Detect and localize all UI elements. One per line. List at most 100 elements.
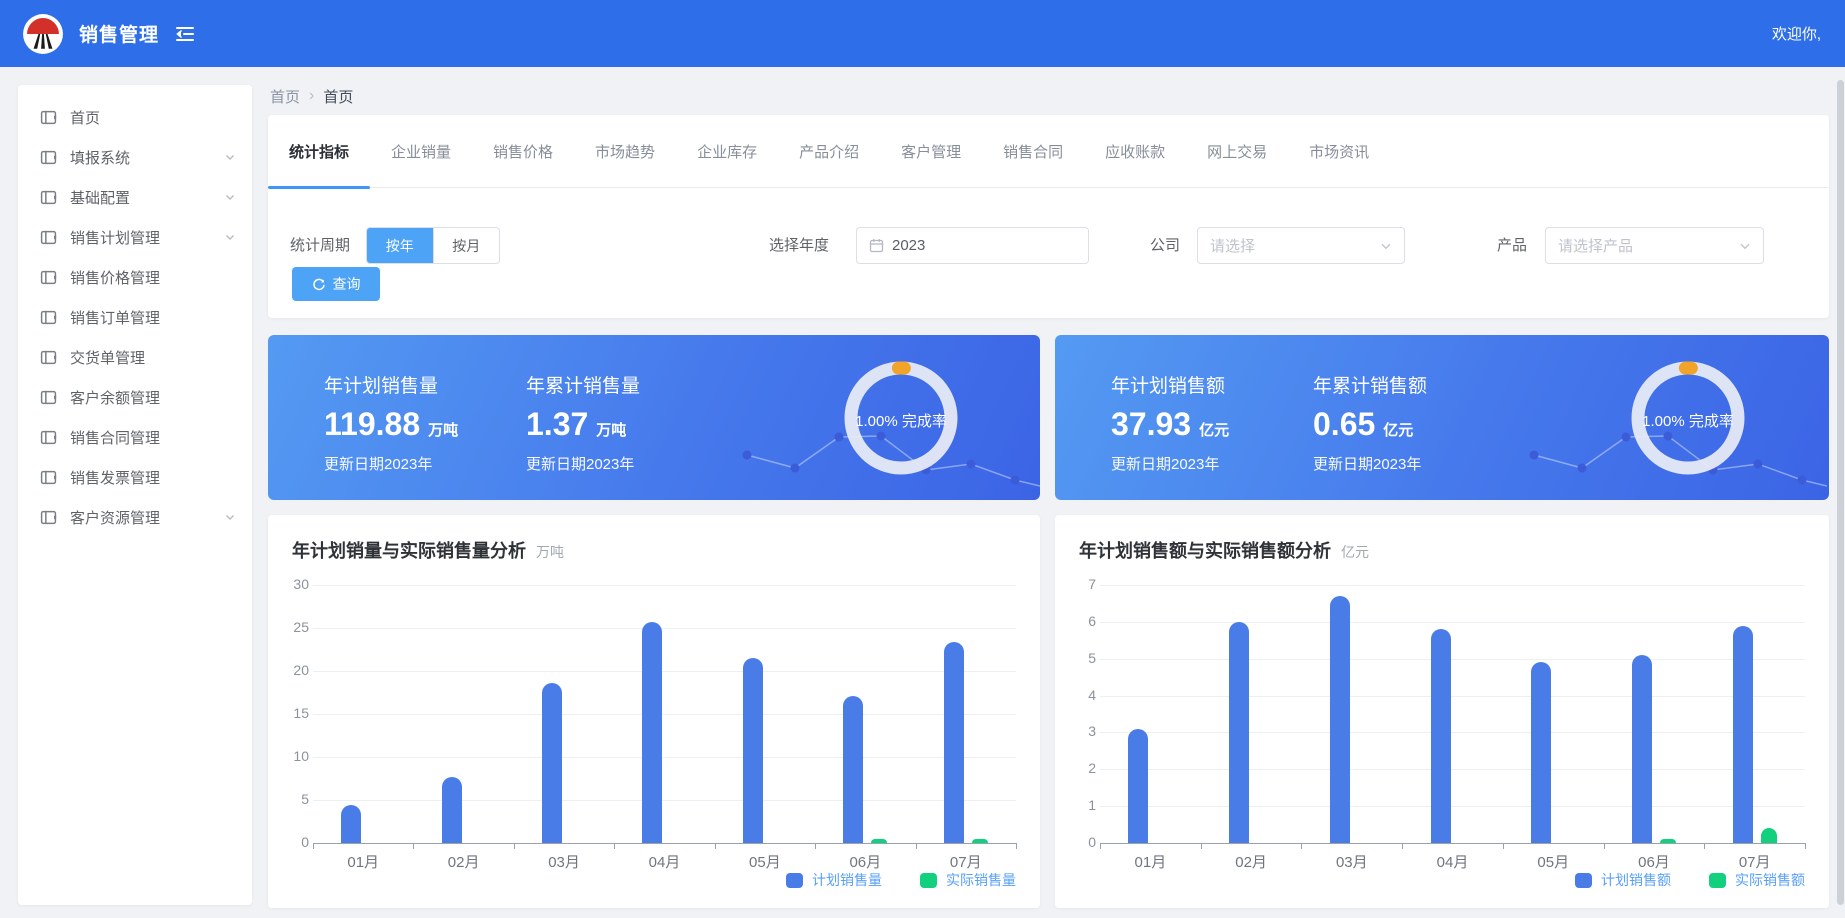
actual-bar-06月 — [871, 839, 887, 843]
x-axis-label: 04月 — [1402, 851, 1503, 872]
axis-tick — [1016, 843, 1017, 849]
sidebar-item-交货单管理[interactable]: 交货单管理 — [18, 337, 252, 377]
tab-应收账款[interactable]: 应收账款 — [1084, 115, 1186, 188]
menu-item-icon — [40, 389, 57, 406]
breadcrumb: 首页 › 首页 — [270, 85, 353, 107]
menu-fold-icon[interactable] — [175, 25, 195, 43]
sidebar-item-label: 销售发票管理 — [70, 467, 160, 488]
query-button[interactable]: 查询 — [292, 267, 380, 301]
stat-title: 年累计销售量 — [526, 371, 640, 398]
tab-市场资讯[interactable]: 市场资讯 — [1288, 115, 1390, 188]
stat-title: 年计划销售额 — [1111, 371, 1229, 398]
bar-chart-plot: 01234567 — [1100, 585, 1805, 843]
tab-产品介绍[interactable]: 产品介绍 — [778, 115, 880, 188]
calendar-icon — [869, 238, 884, 253]
menu-item-icon — [40, 189, 57, 206]
stat-unit: 亿元 — [1199, 419, 1229, 440]
legend-实际销售量[interactable]: 实际销售量 — [920, 870, 1016, 890]
x-axis-labels: 01月02月03月04月05月06月07月 — [1100, 851, 1805, 872]
bar-slot-01月 — [1100, 585, 1201, 843]
sidebar-item-label: 销售价格管理 — [70, 267, 160, 288]
bar-slot-07月 — [1704, 585, 1805, 843]
sidebar-item-销售发票管理[interactable]: 销售发票管理 — [18, 457, 252, 497]
stat-value: 1.37 — [526, 406, 588, 443]
stat-update-date: 更新日期2023年 — [324, 453, 458, 474]
planned-bar-02月 — [442, 777, 462, 843]
menu-item-icon — [40, 269, 57, 286]
bar-slot-02月 — [413, 585, 513, 843]
cumulative-amount-block: 年累计销售额 0.65 亿元 更新日期2023年 — [1313, 371, 1427, 474]
sidebar-item-label: 交货单管理 — [70, 347, 145, 368]
planned-amount-block: 年计划销售额 37.93 亿元 更新日期2023年 — [1111, 371, 1229, 474]
x-axis-label: 01月 — [1100, 851, 1201, 872]
bar-slot-05月 — [715, 585, 815, 843]
y-axis-tick-label: 15 — [273, 705, 309, 721]
bar-slot-07月 — [916, 585, 1016, 843]
tab-企业库存[interactable]: 企业库存 — [676, 115, 778, 188]
legend-实际销售额[interactable]: 实际销售额 — [1709, 870, 1805, 890]
legend-label: 计划销售量 — [812, 870, 882, 890]
sidebar-item-客户资源管理[interactable]: 客户资源管理 — [18, 497, 252, 537]
sidebar-item-填报系统[interactable]: 填报系统 — [18, 137, 252, 177]
stat-update-date: 更新日期2023年 — [1111, 453, 1229, 474]
bar-slot-04月 — [614, 585, 714, 843]
y-axis-tick-label: 10 — [273, 748, 309, 764]
tab-网上交易[interactable]: 网上交易 — [1186, 115, 1288, 188]
by-year-button[interactable]: 按年 — [367, 228, 433, 263]
tab-销售价格[interactable]: 销售价格 — [472, 115, 574, 188]
actual-bar-07月 — [972, 839, 988, 843]
planned-bar-06月 — [1632, 655, 1652, 843]
tabs-bar: 统计指标企业销量销售价格市场趋势企业库存产品介绍客户管理销售合同应收账款网上交易… — [268, 115, 1829, 188]
axis-tick — [313, 843, 314, 849]
by-month-button[interactable]: 按月 — [433, 228, 500, 263]
axis-tick — [916, 843, 917, 849]
planned-bar-07月 — [1733, 626, 1753, 843]
legend-label: 实际销售量 — [946, 870, 1016, 890]
sidebar-item-基础配置[interactable]: 基础配置 — [18, 177, 252, 217]
legend-计划销售额[interactable]: 计划销售额 — [1575, 870, 1671, 890]
sidebar: 首页填报系统基础配置销售计划管理销售价格管理销售订单管理交货单管理客户余额管理销… — [18, 85, 252, 905]
axis-tick — [815, 843, 816, 849]
tab-客户管理[interactable]: 客户管理 — [880, 115, 982, 188]
legend-计划销售量[interactable]: 计划销售量 — [786, 870, 882, 890]
breadcrumb-home[interactable]: 首页 — [270, 86, 300, 107]
sales-dashboard-screen: 销售管理 欢迎你, 首页填报系统基础配置销售计划管理销售价格管理销售订单管理交货… — [0, 0, 1845, 918]
bar-slot-02月 — [1201, 585, 1302, 843]
menu-item-icon — [40, 309, 57, 326]
axis-tick — [614, 843, 615, 849]
stat-unit: 万吨 — [428, 419, 458, 440]
chevron-down-icon — [224, 231, 236, 243]
sidebar-item-销售计划管理[interactable]: 销售计划管理 — [18, 217, 252, 257]
axis-tick — [715, 843, 716, 849]
planned-volume-block: 年计划销售量 119.88 万吨 更新日期2023年 — [324, 371, 458, 474]
year-picker[interactable]: 2023 — [856, 227, 1089, 264]
company-select[interactable]: 请选择 — [1197, 227, 1405, 264]
sidebar-item-首页[interactable]: 首页 — [18, 97, 252, 137]
y-axis-tick-label: 25 — [273, 619, 309, 635]
y-axis-tick-label: 0 — [1060, 834, 1096, 850]
tab-销售合同[interactable]: 销售合同 — [982, 115, 1084, 188]
planned-bar-05月 — [743, 658, 763, 843]
tab-统计指标[interactable]: 统计指标 — [268, 115, 370, 188]
tab-市场趋势[interactable]: 市场趋势 — [574, 115, 676, 188]
y-axis-tick-label: 1 — [1060, 797, 1096, 813]
sidebar-item-销售价格管理[interactable]: 销售价格管理 — [18, 257, 252, 297]
sidebar-item-label: 填报系统 — [70, 147, 130, 168]
axis-tick — [1301, 843, 1302, 849]
scrollbar-thumb[interactable] — [1837, 80, 1844, 905]
sidebar-item-销售合同管理[interactable]: 销售合同管理 — [18, 417, 252, 457]
bar-slot-04月 — [1402, 585, 1503, 843]
sidebar-item-销售订单管理[interactable]: 销售订单管理 — [18, 297, 252, 337]
product-select[interactable]: 请选择产品 — [1545, 227, 1764, 264]
x-axis-label: 06月 — [815, 851, 915, 872]
axis-tick — [1805, 843, 1806, 849]
menu-item-icon — [40, 469, 57, 486]
planned-bar-03月 — [1330, 596, 1350, 843]
planned-bar-05月 — [1531, 662, 1551, 843]
sidebar-item-客户余额管理[interactable]: 客户余额管理 — [18, 377, 252, 417]
stat-update-date: 更新日期2023年 — [1313, 453, 1427, 474]
tab-企业销量[interactable]: 企业销量 — [370, 115, 472, 188]
y-axis-tick-label: 5 — [1060, 650, 1096, 666]
menu-item-icon — [40, 109, 57, 126]
x-axis-label: 02月 — [1201, 851, 1302, 872]
